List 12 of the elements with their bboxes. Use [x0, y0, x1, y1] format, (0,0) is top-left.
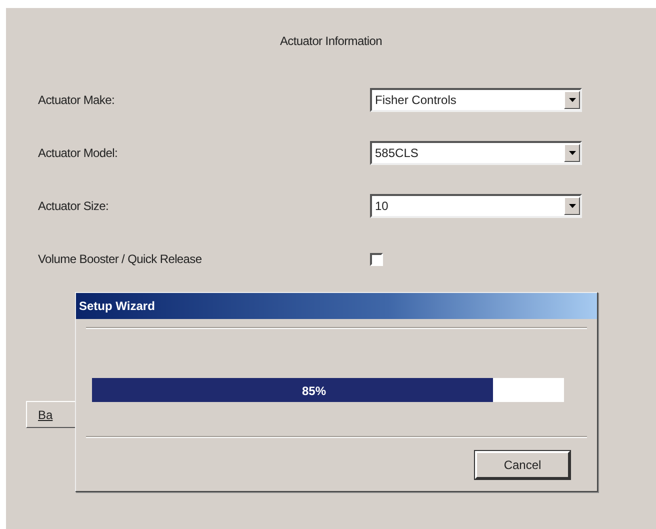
field-label: Volume Booster / Quick Release — [38, 251, 203, 268]
dropdown-field[interactable]: 585CLS — [370, 141, 582, 165]
cancel-button[interactable]: Cancel — [475, 451, 570, 479]
field-label: Actuator Model: — [38, 145, 119, 162]
dropdown-field[interactable]: 10 — [370, 194, 582, 218]
progress-reading: 85% — [302, 382, 326, 400]
checkbox[interactable] — [370, 252, 383, 266]
field-label: Actuator Size: — [38, 198, 110, 215]
dialog-title: Setup Wizard — [76, 293, 597, 319]
field-label: Actuator Make: — [38, 92, 116, 109]
panel-title: Actuator Information — [280, 33, 382, 50]
dropdown-field[interactable]: Fisher Controls — [370, 88, 582, 112]
